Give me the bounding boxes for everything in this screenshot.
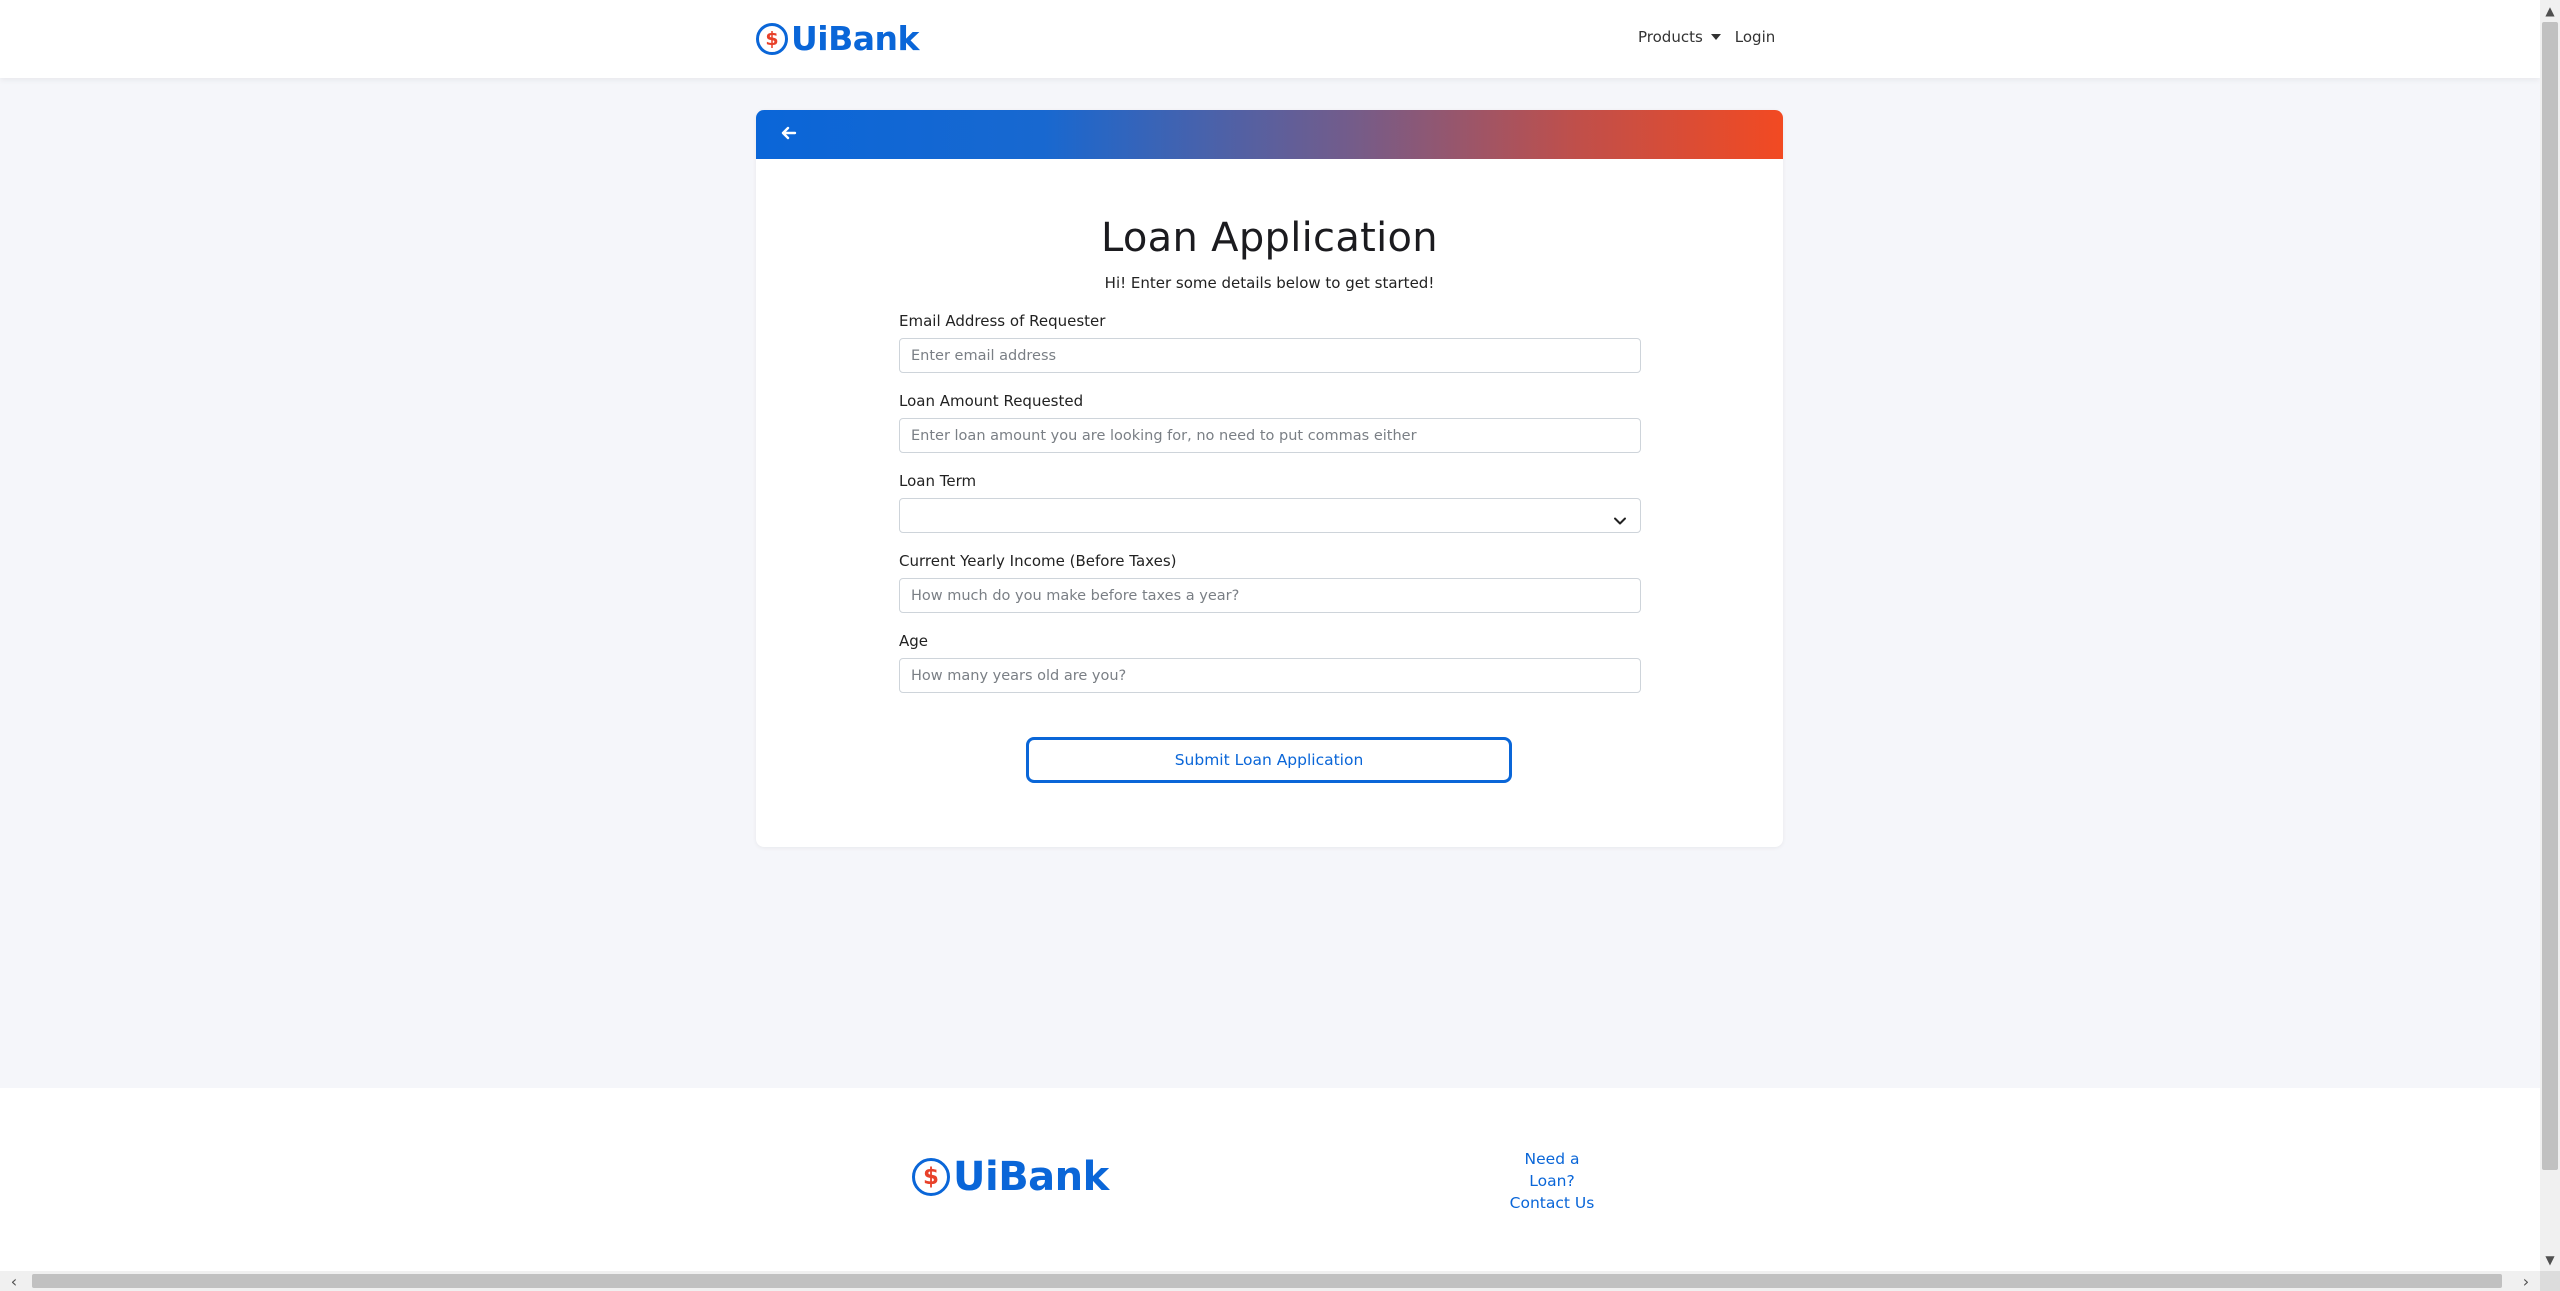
- header-logo[interactable]: $ UiBank: [756, 18, 919, 60]
- page-subtitle: Hi! Enter some details below to get star…: [1104, 274, 1435, 292]
- arrow-left-icon[interactable]: [776, 120, 802, 146]
- dollar-badge-icon: $: [912, 1158, 950, 1196]
- income-label: Current Yearly Income (Before Taxes): [899, 552, 1177, 570]
- footer-links: Need a Loan? Contact Us: [1500, 1148, 1604, 1214]
- vertical-scroll-thumb[interactable]: [2542, 22, 2558, 1170]
- contact-us-link[interactable]: Contact Us: [1500, 1192, 1604, 1214]
- horizontal-scrollbar[interactable]: ‹ ›: [0, 1271, 2540, 1291]
- term-field-group: Loan Term: [899, 470, 1641, 550]
- page-title: Loan Application: [1101, 215, 1438, 261]
- logo-text: UiBank: [791, 19, 919, 58]
- email-input[interactable]: [899, 338, 1641, 373]
- need-loan-link[interactable]: Need a Loan?: [1500, 1148, 1604, 1192]
- age-label: Age: [899, 632, 929, 650]
- loan-amount-input[interactable]: [899, 418, 1641, 453]
- dollar-badge-icon: $: [756, 23, 788, 55]
- scrollbar-corner: [2540, 1271, 2560, 1291]
- age-input[interactable]: [899, 658, 1641, 693]
- nav-menu: Products Login: [1638, 28, 1775, 46]
- loan-term-select[interactable]: [899, 498, 1641, 533]
- top-navbar: $ UiBank Products Login: [0, 0, 2540, 78]
- loan-application-card: Loan Application Hi! Enter some details …: [756, 110, 1783, 847]
- email-field-group: Email Address of Requester: [899, 310, 1641, 390]
- age-field-group: Age: [899, 630, 1641, 710]
- chevron-down-icon: [1614, 517, 1626, 525]
- amount-field-group: Loan Amount Requested: [899, 390, 1641, 470]
- footer: $ UiBank Need a Loan? Contact Us: [0, 1088, 2540, 1271]
- income-input[interactable]: [899, 578, 1641, 613]
- submit-loan-button[interactable]: Submit Loan Application: [1026, 737, 1512, 783]
- card-header-gradient: [756, 110, 1783, 159]
- term-label: Loan Term: [899, 472, 977, 490]
- amount-label: Loan Amount Requested: [899, 392, 1084, 410]
- horizontal-scroll-thumb[interactable]: [32, 1274, 2502, 1288]
- loan-form: Email Address of Requester Loan Amount R…: [899, 310, 1641, 710]
- scroll-up-icon[interactable]: ▲: [2542, 2, 2558, 20]
- products-label: Products: [1638, 28, 1703, 46]
- caret-down-icon: [1710, 34, 1721, 40]
- footer-logo[interactable]: $ UiBank: [912, 1152, 1109, 1202]
- vertical-scrollbar[interactable]: ▲ ▼: [2540, 0, 2560, 1271]
- footer-logo-text: UiBank: [953, 1154, 1109, 1200]
- scroll-left-icon[interactable]: ‹: [4, 1271, 24, 1291]
- income-field-group: Current Yearly Income (Before Taxes): [899, 550, 1641, 630]
- scroll-right-icon[interactable]: ›: [2516, 1271, 2536, 1291]
- login-link[interactable]: Login: [1735, 28, 1775, 46]
- products-dropdown[interactable]: Products: [1638, 28, 1721, 46]
- scroll-down-icon[interactable]: ▼: [2542, 1251, 2558, 1269]
- email-label: Email Address of Requester: [899, 312, 1106, 330]
- loan-term-value: [899, 498, 1641, 533]
